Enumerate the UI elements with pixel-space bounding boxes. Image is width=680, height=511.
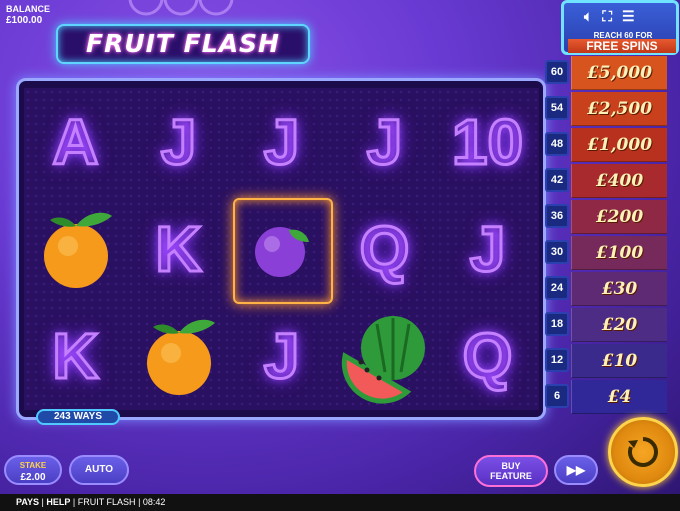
- rung-count: 48: [545, 132, 569, 156]
- reel-5: 10 J Q: [436, 88, 539, 410]
- letter-symbol: J: [230, 88, 333, 195]
- menu-icon[interactable]: ☰: [622, 8, 635, 24]
- game-logo: FRUIT FLASH: [56, 24, 310, 64]
- rung-count: 54: [545, 96, 569, 120]
- symbol-label: A: [51, 104, 100, 179]
- turbo-button[interactable]: ▶▶: [554, 455, 598, 485]
- reel-1: AK: [24, 88, 127, 410]
- reel-4: JQ: [333, 88, 436, 410]
- free-spins-label: FREE SPINS: [568, 39, 676, 53]
- symbol-label: J: [262, 318, 301, 393]
- winning-symbol-highlight: [233, 198, 333, 304]
- orange-symbol: [127, 302, 230, 409]
- stake-value: £2.00: [20, 472, 46, 483]
- footer-clock: 08:42: [142, 497, 166, 507]
- spin-button[interactable]: [608, 417, 678, 487]
- free-spins-ladder: REACH 60 FOR FREE SPINS 60 £5,000 54 £2,500…: [545, 0, 680, 420]
- watermelon-symbol: [333, 302, 436, 409]
- rung-count: 36: [545, 204, 569, 228]
- letter-symbol: J: [333, 88, 436, 195]
- reel-2: JK: [127, 88, 230, 410]
- symbol-label: K: [154, 211, 203, 286]
- symbol-label: J: [262, 104, 301, 179]
- rung-prize: £4: [571, 380, 667, 414]
- footer-bar: PAYS | HELP | FRUIT FLASH | 08:42: [0, 494, 680, 511]
- rung-count: 60: [545, 60, 569, 84]
- rung-count: 12: [545, 348, 569, 372]
- symbol-label: J: [468, 211, 507, 286]
- letter-symbol: J: [230, 302, 333, 409]
- sound-icon[interactable]: 🔈︎: [584, 8, 592, 24]
- letter-symbol: 10: [436, 88, 539, 195]
- balance-display: BALANCE £100.00: [6, 4, 50, 26]
- rung-count: 30: [545, 240, 569, 264]
- auto-button[interactable]: AUTO: [69, 455, 129, 485]
- footer-game-name: FRUIT FLASH: [77, 497, 136, 507]
- rung-count: 24: [545, 276, 569, 300]
- balance-label: BALANCE: [6, 4, 50, 14]
- ways-badge: 243 WAYS: [36, 409, 120, 425]
- letter-symbol: J: [127, 88, 230, 195]
- rung-prize: £10: [571, 344, 667, 378]
- top-icons: 🔈︎ ⛶ ☰: [584, 8, 635, 25]
- rung-count: 42: [545, 168, 569, 192]
- letter-symbol: K: [24, 302, 127, 409]
- symbol-label: Q: [461, 318, 514, 393]
- rung-prize: £200: [571, 200, 667, 234]
- balance-value: £100.00: [6, 15, 43, 26]
- rung-prize: £2,500: [571, 92, 667, 126]
- symbol-label: 10: [450, 104, 524, 179]
- decorative-rings: [128, 0, 234, 16]
- letter-symbol: J: [436, 195, 539, 302]
- rung-prize: £100: [571, 236, 667, 270]
- help-link[interactable]: HELP: [46, 497, 70, 507]
- spin-icon: [628, 437, 658, 467]
- rung-count: 18: [545, 312, 569, 336]
- rung-prize: £5,000: [571, 56, 667, 90]
- letter-symbol: A: [24, 88, 127, 195]
- rung-prize: £20: [571, 308, 667, 342]
- letter-symbol: Q: [436, 302, 539, 409]
- rung-prize: £30: [571, 272, 667, 306]
- stake-label: STAKE: [19, 461, 47, 470]
- symbol-label: Q: [358, 211, 411, 286]
- stake-button[interactable]: STAKE £2.00: [4, 455, 62, 485]
- letter-symbol: Q: [333, 195, 436, 302]
- rung-prize: £1,000: [571, 128, 667, 162]
- rung-count: 6: [545, 384, 569, 408]
- symbol-label: K: [51, 318, 100, 393]
- fullscreen-icon[interactable]: ⛶: [602, 8, 612, 24]
- pays-link[interactable]: PAYS: [16, 497, 39, 507]
- symbol-label: J: [365, 104, 404, 179]
- symbol-label: J: [159, 104, 198, 179]
- letter-symbol: K: [127, 195, 230, 302]
- orange-symbol: [24, 195, 127, 302]
- rung-prize: £400: [571, 164, 667, 198]
- buy-feature-button[interactable]: BUY FEATURE: [474, 455, 548, 487]
